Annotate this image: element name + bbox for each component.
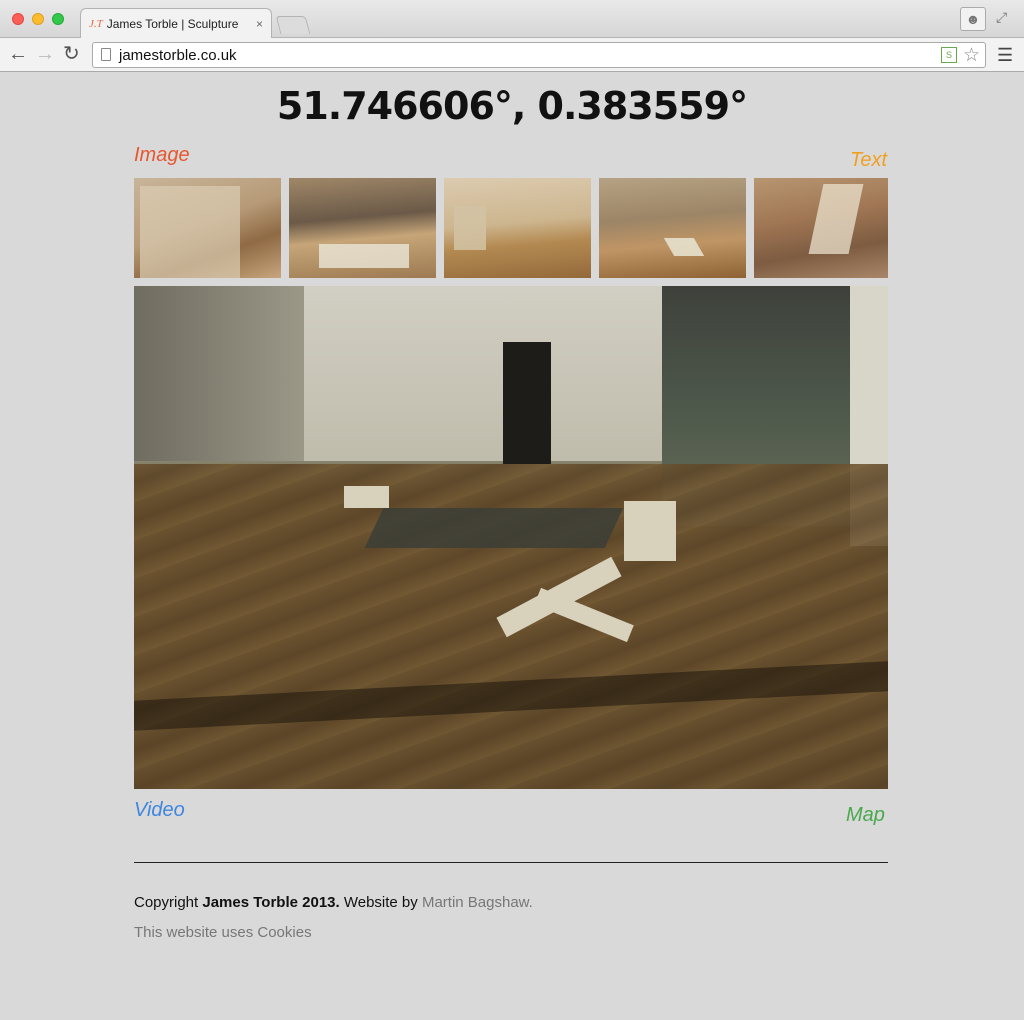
browser-titlebar: J.T James Torble | Sculpture × ☻ ⤢ — [0, 0, 1024, 39]
text-link[interactable]: Text — [850, 149, 887, 172]
designer-link[interactable]: Martin Bagshaw. — [422, 894, 533, 911]
footer-copyright: Copyright James Torble 2013. Website by … — [134, 894, 533, 911]
footer-divider — [134, 862, 888, 863]
thumbnail-image[interactable] — [599, 178, 746, 278]
address-bar[interactable]: jamestorble.co.uk S ☆ — [92, 42, 986, 68]
main-sculpture-photo — [134, 286, 888, 789]
thumbnail-image[interactable] — [289, 178, 436, 278]
cookies-link[interactable]: This website uses Cookies — [134, 924, 312, 941]
extension-icon[interactable]: S — [941, 47, 957, 63]
tab-close-icon[interactable]: × — [256, 17, 263, 31]
zoom-window-button[interactable] — [52, 13, 64, 25]
reload-icon[interactable]: ↻ — [63, 43, 80, 65]
fullscreen-icon[interactable]: ⤢ — [996, 9, 1007, 26]
browser-tab-active[interactable]: J.T James Torble | Sculpture × — [80, 8, 272, 39]
menu-icon[interactable]: ☰ — [997, 45, 1013, 66]
video-link[interactable]: Video — [134, 799, 185, 822]
close-window-button[interactable] — [12, 13, 24, 25]
minimize-window-button[interactable] — [32, 13, 44, 25]
thumbnail-image[interactable] — [444, 178, 591, 278]
tab-title: James Torble | Sculpture — [106, 17, 239, 31]
thumbnail-image[interactable] — [754, 178, 888, 278]
profile-icon[interactable]: ☻ — [960, 7, 986, 31]
url-text[interactable]: jamestorble.co.uk — [119, 47, 237, 64]
page-icon — [101, 48, 111, 61]
new-tab-button[interactable] — [275, 16, 311, 34]
copyright-owner: James Torble 2013. — [202, 894, 340, 911]
thumbnail-image[interactable] — [134, 178, 281, 278]
page-title-coordinates: 51.746606°, 0.383559° — [276, 84, 748, 128]
favicon-icon: J.T — [89, 18, 103, 30]
back-arrow-icon[interactable]: ← — [8, 43, 28, 65]
browser-toolbar: ← → ↻ jamestorble.co.uk S ☆ ☰ — [0, 38, 1024, 72]
copyright-prefix: Copyright — [134, 894, 203, 911]
bookmark-star-icon[interactable]: ☆ — [963, 44, 980, 67]
map-link[interactable]: Map — [846, 804, 885, 827]
website-by-label: Website by — [339, 894, 422, 911]
image-link[interactable]: Image — [134, 144, 190, 167]
forward-arrow-icon[interactable]: → — [35, 43, 55, 65]
